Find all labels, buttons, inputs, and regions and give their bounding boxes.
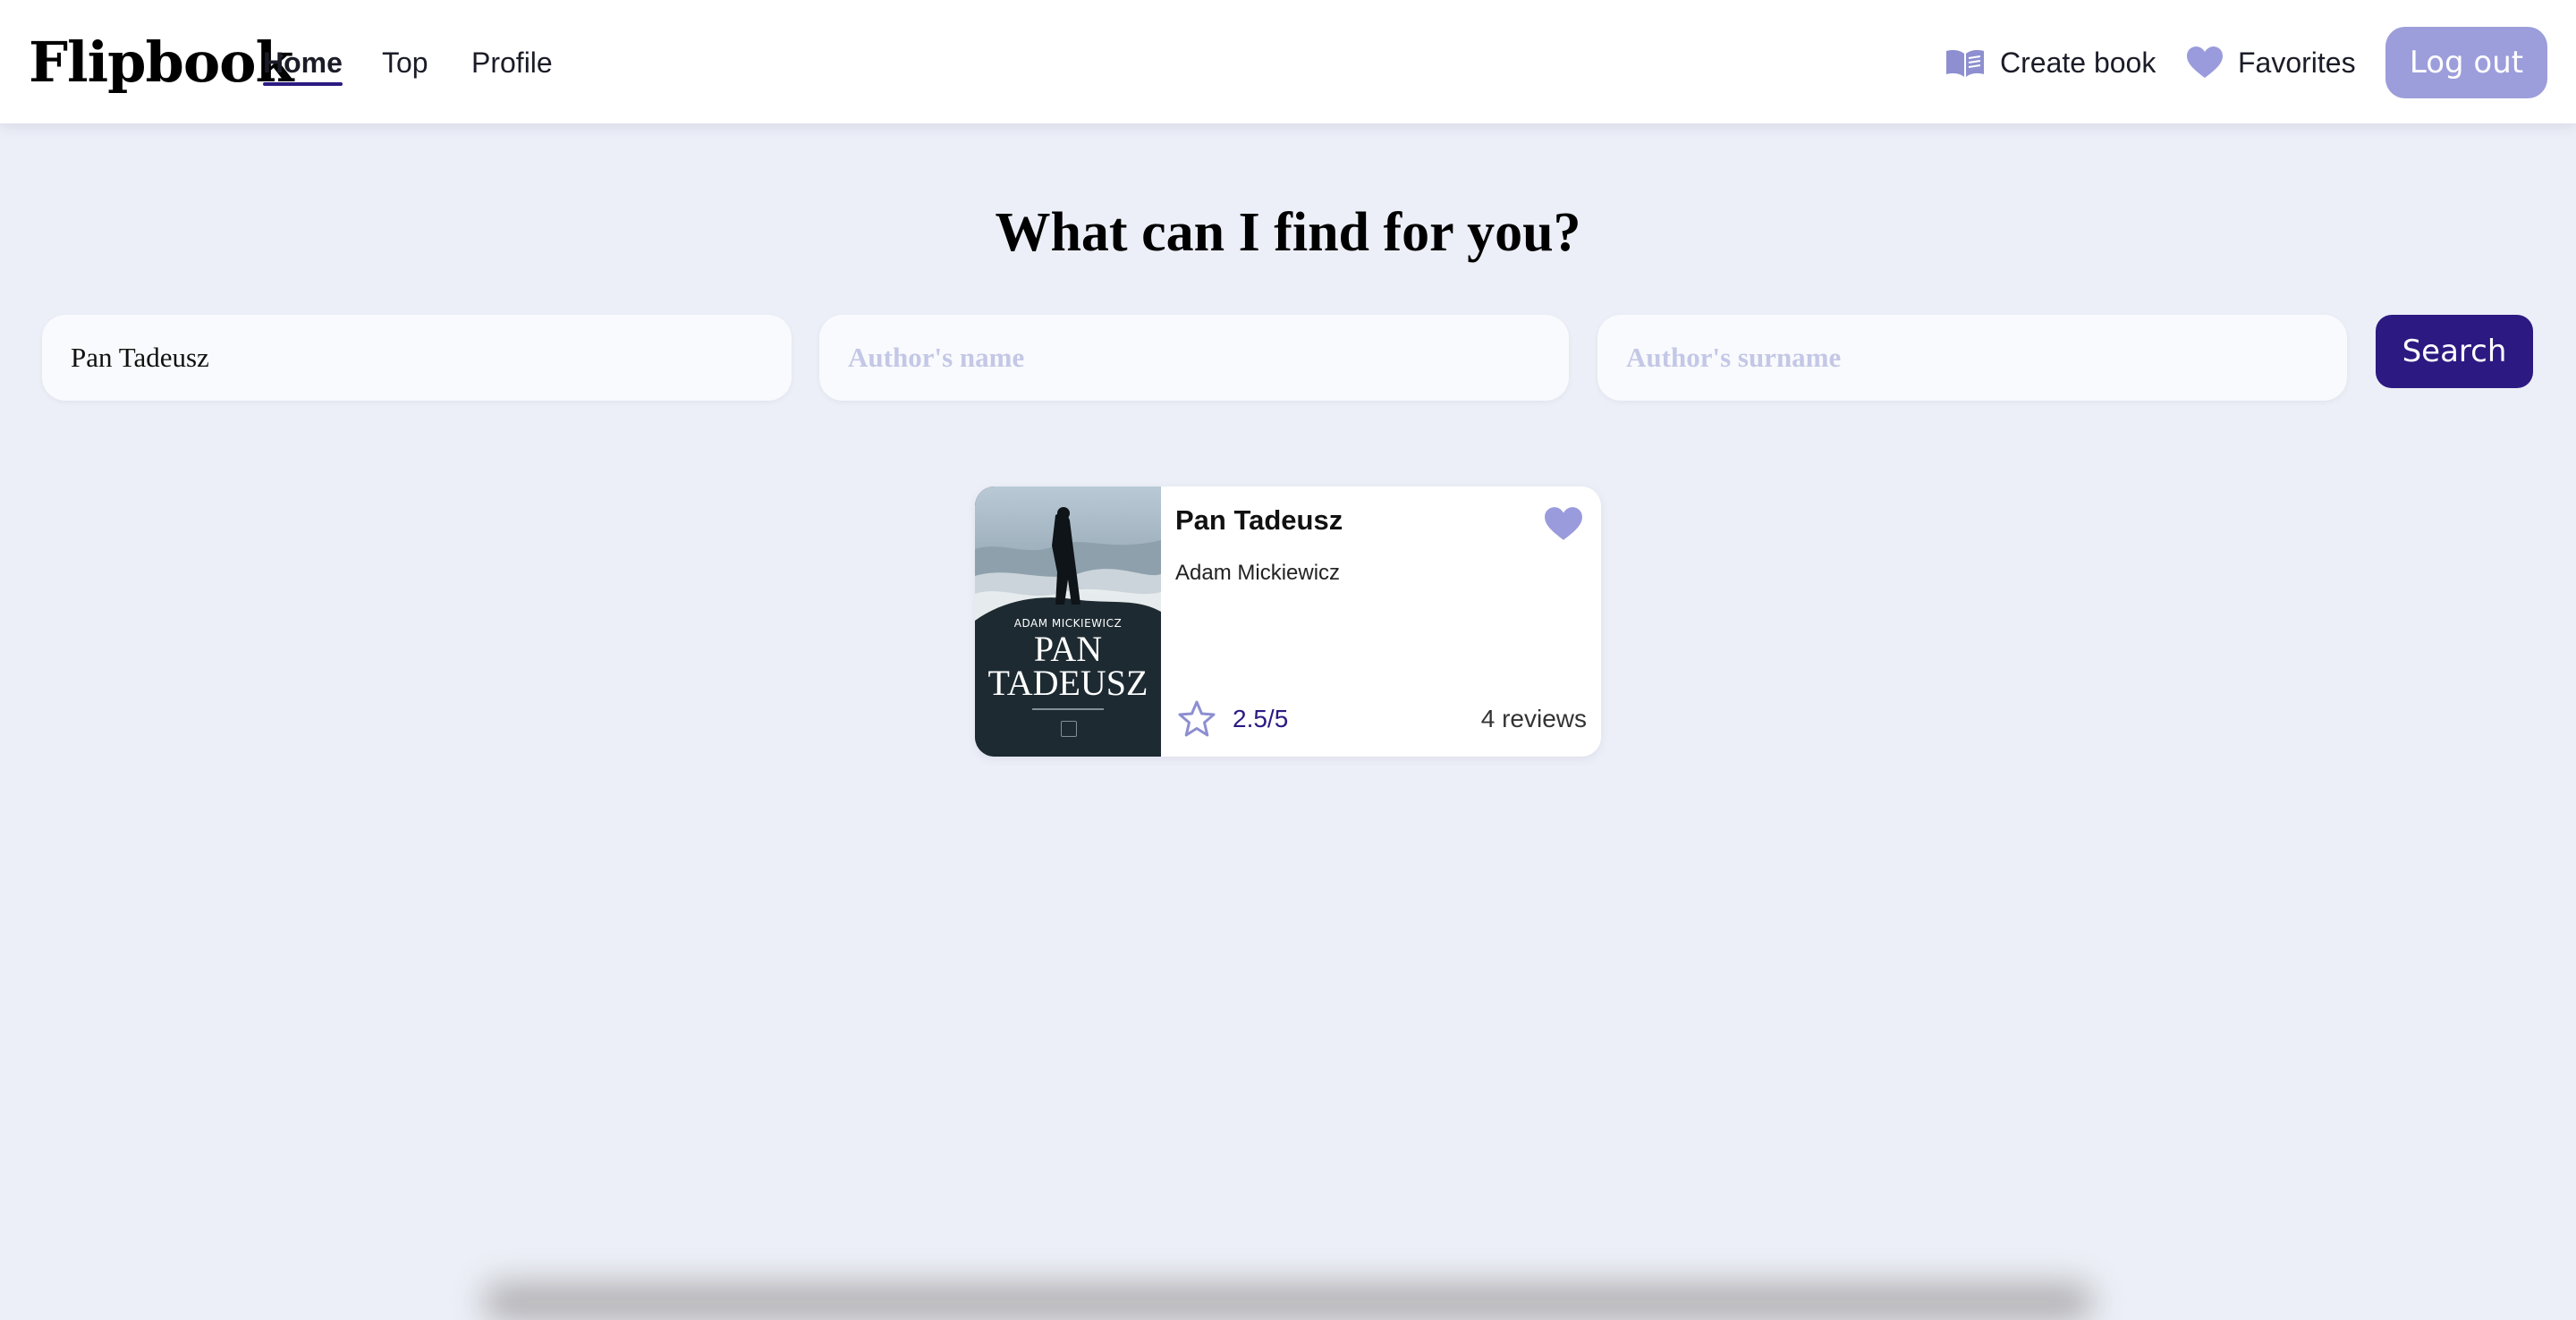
cover-title-line1: PAN [1033, 629, 1103, 669]
favorites-label: Favorites [2238, 46, 2356, 79]
search-button[interactable]: Search [2376, 315, 2533, 388]
bottom-shadow-decoration [483, 1284, 2093, 1320]
add-to-favorites-heart-icon[interactable] [1544, 506, 1583, 546]
cover-ornament [1032, 708, 1104, 710]
star-outline-icon [1177, 699, 1216, 743]
book-result-card[interactable]: ADAM MICKIEWICZ PAN TADEUSZ Pan Tadeusz … [975, 487, 1601, 757]
nav-profile-link[interactable]: Profile [471, 43, 553, 82]
app-logo[interactable]: Flipbook [29, 27, 293, 98]
author-name-input[interactable] [819, 315, 1569, 401]
open-book-icon [1945, 47, 1986, 79]
heart-icon [2186, 46, 2224, 80]
author-surname-input[interactable] [1597, 315, 2347, 401]
cover-title-line2: TADEUSZ [987, 663, 1148, 703]
logout-button[interactable]: Log out [2385, 27, 2547, 98]
top-navigation-bar: Flipbook Home Top Profile Create book Fa… [0, 0, 2576, 123]
create-book-link[interactable]: Create book [1945, 39, 2156, 86]
nav-home-link[interactable]: Home [263, 43, 343, 86]
create-book-label: Create book [2000, 46, 2157, 79]
page-heading: What can I find for you? [995, 201, 1581, 263]
favorites-link[interactable]: Favorites [2186, 39, 2356, 86]
book-author: Adam Mickiewicz [1175, 561, 1341, 585]
book-title-search-input[interactable] [42, 315, 792, 401]
book-review-count[interactable]: 4 reviews [1481, 701, 1587, 737]
cover-author-text: ADAM MICKIEWICZ [1013, 617, 1123, 630]
nav-top-link[interactable]: Top [382, 43, 428, 82]
book-rating: 2.5/5 [1233, 705, 1289, 732]
book-title[interactable]: Pan Tadeusz [1175, 501, 1343, 540]
cover-publisher-mark [1061, 721, 1077, 737]
